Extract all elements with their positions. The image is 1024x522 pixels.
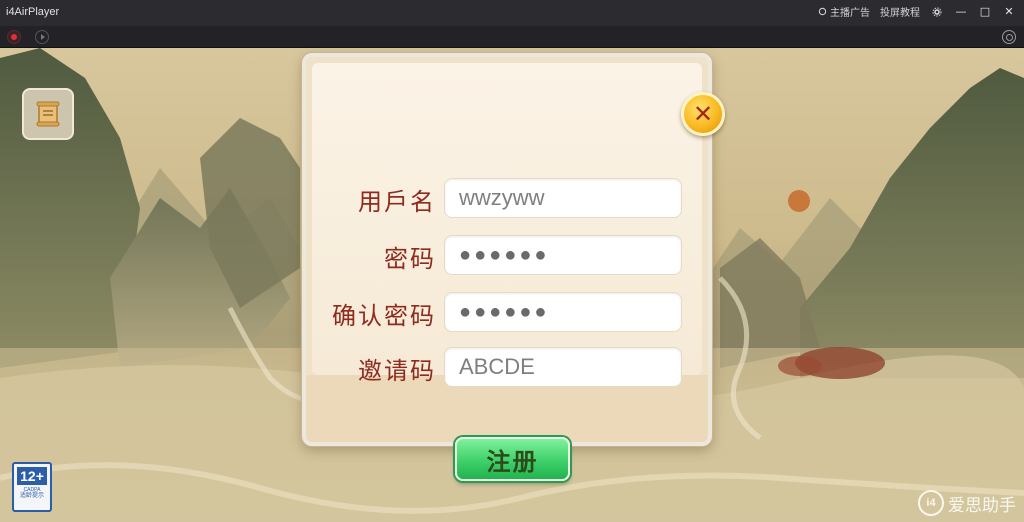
tutorial-menu-label: 投屏教程 (880, 8, 920, 19)
username-row: 用戶名 wwzyww (306, 178, 708, 218)
minimize-button[interactable]: — (954, 5, 968, 19)
confirm-password-input[interactable]: ●●●●●● (444, 292, 682, 332)
confirm-password-row: 确认密码 ●●●●●● (306, 292, 708, 332)
password-label: 密码 (384, 245, 436, 273)
close-window-button[interactable]: ✕ (1002, 5, 1016, 19)
app-title: i4AirPlayer (6, 6, 60, 18)
invite-code-row: 邀请码 ABCDE (306, 347, 708, 387)
confirm-password-label: 确认密码 (332, 302, 436, 330)
window-title-bar: i4AirPlayer 主播广告 投屏教程 — □ ✕ (0, 0, 1024, 26)
broadcast-icon (818, 7, 827, 16)
gear-icon (932, 7, 942, 16)
tutorial-menu-item[interactable]: 投屏教程 (880, 4, 920, 19)
settings-button[interactable] (930, 5, 944, 19)
username-input[interactable]: wwzyww (444, 178, 682, 218)
ad-menu-label: 主播广告 (830, 8, 870, 19)
notice-scroll-button[interactable] (22, 88, 74, 140)
invite-code-input[interactable]: ABCDE (444, 347, 682, 387)
invite-code-label: 邀请码 (358, 357, 436, 385)
scroll-icon (36, 101, 60, 127)
maximize-button[interactable]: □ (978, 5, 992, 19)
register-button[interactable]: 注册 (455, 437, 570, 481)
username-label: 用戶名 (358, 188, 436, 216)
dialog-close-button[interactable]: ✕ (681, 92, 725, 136)
record-button[interactable] (7, 30, 21, 44)
age-rating-value: 12+ (17, 467, 47, 485)
player-toolbar (0, 26, 1024, 48)
title-bar-actions: 主播广告 投屏教程 — □ ✕ (818, 4, 1016, 19)
age-rating-hint: 适龄提示 (19, 493, 44, 499)
register-dialog: 用戶名 wwzyww 密码 ●●●●●● 确认密码 ●●●●●● 邀请码 ABC… (302, 53, 712, 446)
target-button[interactable] (1002, 30, 1016, 44)
watermark-text: 爱思助手 (948, 495, 1016, 516)
close-icon: ✕ (692, 100, 714, 128)
i4-logo-icon: i4 (918, 490, 944, 516)
play-button[interactable] (35, 30, 49, 44)
ad-menu-item[interactable]: 主播广告 (818, 4, 870, 19)
password-input[interactable]: ●●●●●● (444, 235, 682, 275)
register-button-label: 注册 (486, 447, 539, 476)
watermark: i4 爱思助手 (918, 490, 1016, 516)
age-rating-badge: 12+ CADPA 适龄提示 (12, 462, 52, 512)
password-row: 密码 ●●●●●● (306, 235, 708, 275)
